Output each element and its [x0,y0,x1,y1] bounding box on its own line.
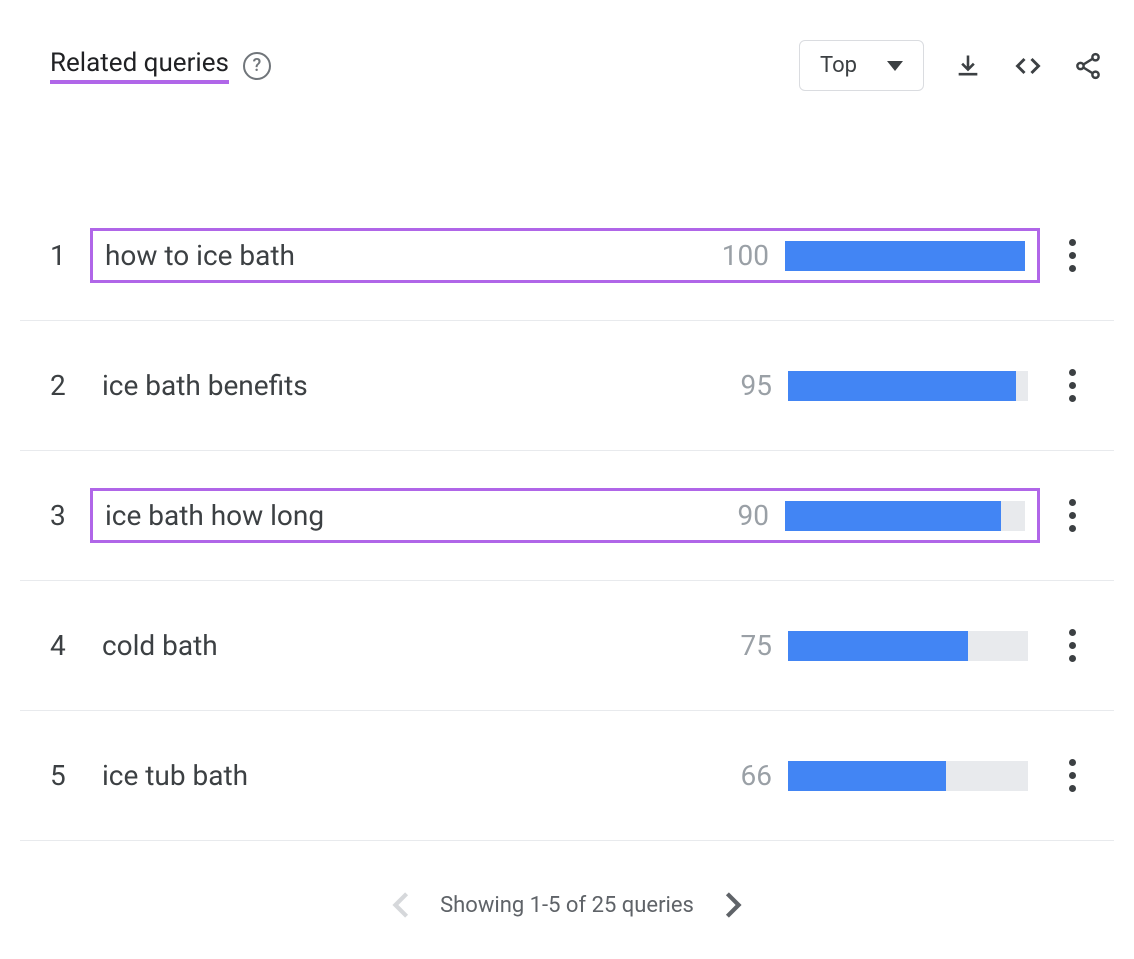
row-menu-button[interactable] [1060,759,1084,792]
help-icon[interactable]: ? [243,52,271,80]
code-icon [1012,52,1044,80]
widget-header: Related queries ? Top [20,40,1114,101]
query-row[interactable]: ice bath benefits 95 [90,361,1040,410]
dot-icon [1069,655,1076,662]
bar-fill [788,371,1016,401]
list-item: 1 how to ice bath 100 [20,191,1114,321]
dot-icon [1069,629,1076,636]
list-item: 2 ice bath benefits 95 [20,321,1114,451]
pagination: Showing 1-5 of 25 queries [20,891,1114,919]
bar-track [788,761,1028,791]
query-row[interactable]: ice tub bath 66 [90,751,1040,800]
query-text: ice bath how long [105,499,324,532]
bar-track [785,501,1025,531]
chevron-down-icon [887,61,903,71]
query-value: 100 [713,239,769,272]
query-text: cold bath [102,629,218,662]
dot-icon [1069,512,1076,519]
dot-icon [1069,525,1076,532]
value-bar: 100 [713,239,1025,272]
rank-number: 1 [50,239,90,272]
query-row[interactable]: ice bath how long 90 [90,488,1040,543]
bar-track [788,631,1028,661]
share-icon [1073,51,1103,81]
value-bar: 66 [716,759,1028,792]
rank-number: 4 [50,629,90,662]
bar-fill [788,631,968,661]
chevron-left-icon [392,891,410,919]
pagination-text: Showing 1-5 of 25 queries [440,893,694,918]
dot-icon [1069,772,1076,779]
dot-icon [1069,252,1076,259]
row-menu-button[interactable] [1060,369,1084,402]
list-item: 5 ice tub bath 66 [20,711,1114,841]
row-menu-button[interactable] [1060,239,1084,272]
list-item: 3 ice bath how long 90 [20,451,1114,581]
bar-fill [785,241,1025,271]
list-item: 4 cold bath 75 [20,581,1114,711]
dot-icon [1069,499,1076,506]
header-left: Related queries ? [50,48,271,84]
bar-track [788,371,1028,401]
sort-dropdown[interactable]: Top [799,40,924,91]
chevron-right-icon [724,891,742,919]
dot-icon [1069,642,1076,649]
query-value: 90 [713,499,769,532]
bar-track [785,241,1025,271]
rank-number: 3 [50,499,90,532]
dropdown-label: Top [820,53,857,78]
query-text: ice bath benefits [102,369,308,402]
share-button[interactable] [1072,50,1104,82]
query-value: 66 [716,759,772,792]
rank-number: 5 [50,759,90,792]
query-text: ice tub bath [102,759,248,792]
dot-icon [1069,785,1076,792]
embed-button[interactable] [1012,50,1044,82]
query-value: 75 [716,629,772,662]
bar-fill [788,761,946,791]
query-row[interactable]: how to ice bath 100 [90,228,1040,283]
header-right: Top [799,40,1104,91]
dot-icon [1069,395,1076,402]
dot-icon [1069,759,1076,766]
value-bar: 90 [713,499,1025,532]
dot-icon [1069,382,1076,389]
row-menu-button[interactable] [1060,499,1084,532]
bar-fill [785,501,1001,531]
value-bar: 75 [716,629,1028,662]
query-row[interactable]: cold bath 75 [90,621,1040,670]
dot-icon [1069,265,1076,272]
download-button[interactable] [952,50,984,82]
rank-number: 2 [50,369,90,402]
query-text: how to ice bath [105,239,295,272]
widget-title: Related queries [50,48,229,84]
query-list: 1 how to ice bath 100 2 ice bath benefit… [20,191,1114,841]
row-menu-button[interactable] [1060,629,1084,662]
dot-icon [1069,239,1076,246]
download-icon [954,52,982,80]
prev-page-button[interactable] [392,891,410,919]
next-page-button[interactable] [724,891,742,919]
dot-icon [1069,369,1076,376]
query-value: 95 [716,369,772,402]
value-bar: 95 [716,369,1028,402]
